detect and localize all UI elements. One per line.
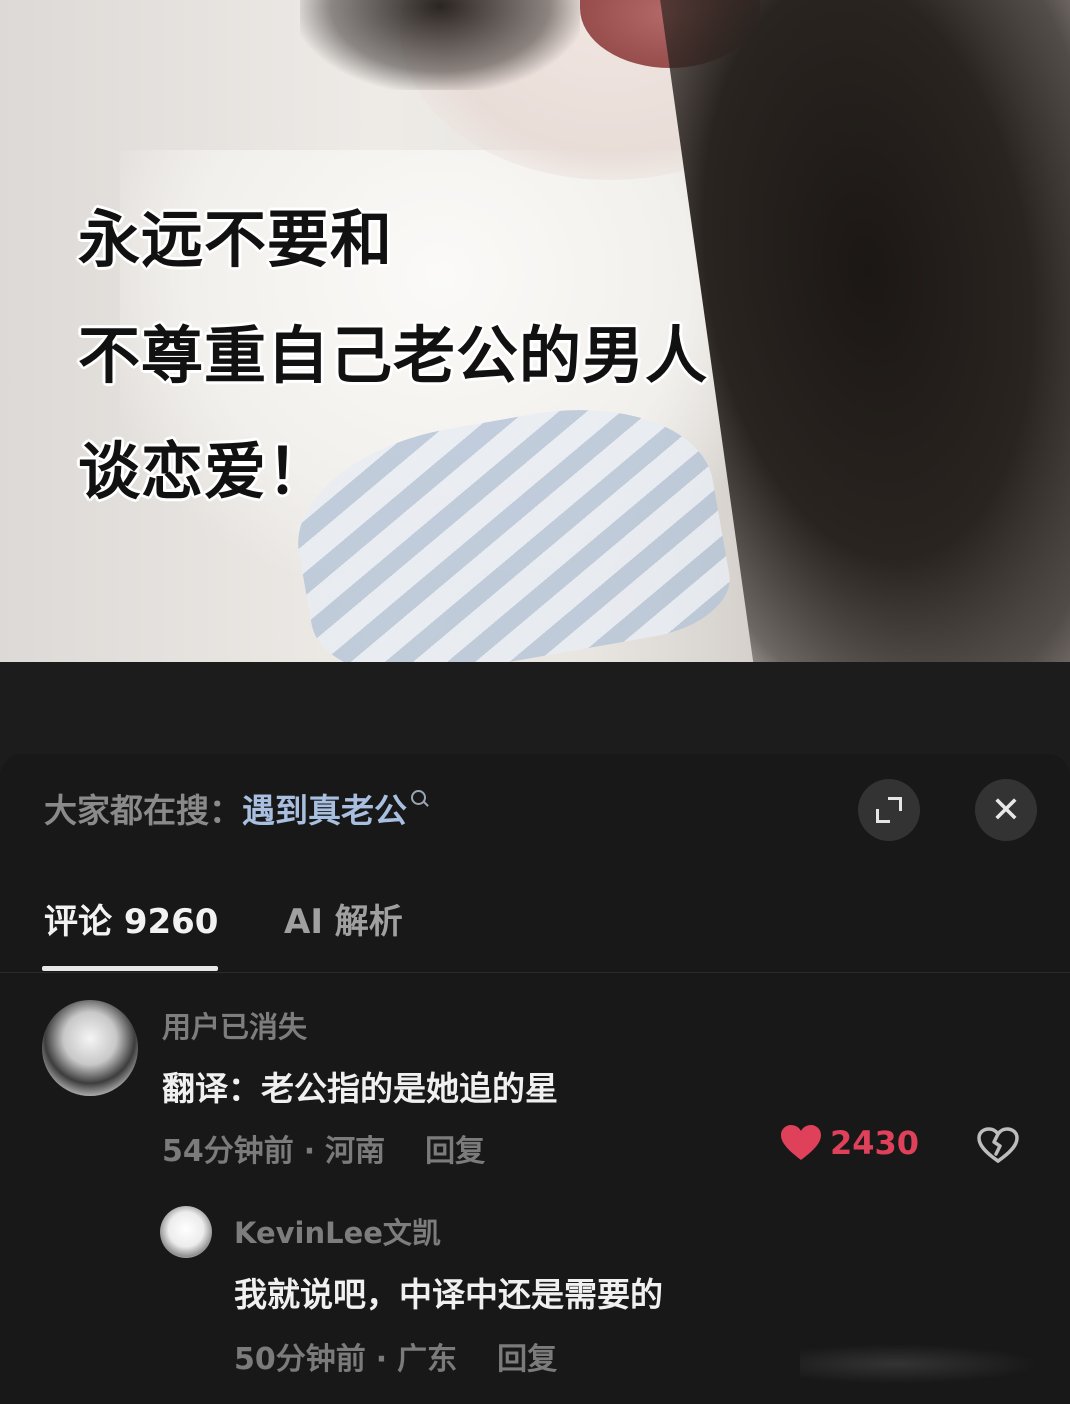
headline-line: 不尊重自己老公的男人 [78,319,709,392]
close-icon: ✕ [990,789,1022,831]
comment-time: 54分钟前 [162,1134,294,1169]
tab-ai-analysis[interactable]: AI 解析 [284,894,403,943]
reply-username[interactable]: KevinLee文凯 [234,1210,441,1252]
like-count: 2430 [830,1124,920,1162]
reply-meta: 50分钟前 · 广东 回复 [234,1334,557,1378]
comment-meta: 54分钟前 · 河南 回复 [162,1126,485,1170]
post-headline: 永远不要和 不尊重自己老公的男人 谈恋爱！ [78,182,708,530]
watermark [800,1344,1040,1384]
comment-username[interactable]: 用户已消失 [162,1004,307,1046]
trending-search-term[interactable]: 遇到真老公 [242,791,407,830]
active-tab-indicator [42,966,218,971]
reply-button[interactable]: 回复 [497,1342,557,1377]
expand-button[interactable] [858,779,920,841]
reply-location: 广东 [397,1342,458,1377]
comment-panel: 大家都在搜：遇到真老公 ✕ 评论 9260 AI 解析 用户已消失 翻译：老公指… [0,754,1070,1404]
like-button[interactable]: 2430 [780,1124,919,1162]
dislike-broken-heart-icon[interactable] [976,1126,1020,1164]
meta-separator: · [303,1134,316,1169]
photo-hair-left [300,0,580,90]
comment-text: 翻译：老公指的是她追的星 [162,1069,558,1108]
trending-search-label: 大家都在搜： [44,791,242,830]
search-icon[interactable] [411,790,429,808]
avatar[interactable] [42,1000,138,1096]
reply-text: 我就说吧，中译中还是需要的 [234,1275,663,1314]
headline-line: 永远不要和 [78,203,394,276]
post-image: 永远不要和 不尊重自己老公的男人 谈恋爱！ [0,0,1070,662]
meta-separator: · [375,1342,388,1377]
comment-location: 河南 [325,1134,386,1169]
headline-line: 谈恋爱！ [78,435,331,508]
avatar[interactable] [160,1206,212,1258]
expand-icon [876,797,902,823]
tab-comments[interactable]: 评论 9260 [44,894,218,943]
reply-time: 50分钟前 [234,1342,366,1377]
reply-button[interactable]: 回复 [425,1134,485,1169]
trending-search[interactable]: 大家都在搜：遇到真老公 [44,784,429,832]
close-button[interactable]: ✕ [975,779,1037,841]
tab-divider [0,972,1070,973]
heart-icon [781,1125,821,1160]
